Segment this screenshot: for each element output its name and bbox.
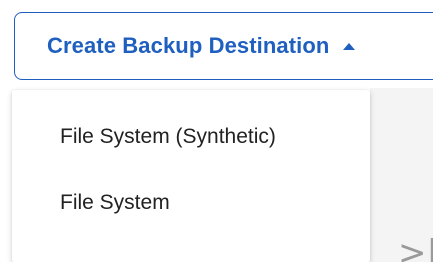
menu-item-file-system-synthetic[interactable]: File System (Synthetic) bbox=[12, 104, 370, 170]
menu-item-file-system[interactable]: File System bbox=[12, 170, 370, 236]
app-stage: >| Create Backup Destination File System… bbox=[0, 0, 433, 262]
dropdown-menu: File System (Synthetic) File System bbox=[12, 90, 370, 262]
create-backup-destination-button[interactable]: Create Backup Destination bbox=[14, 12, 433, 80]
dropdown-label: Create Backup Destination bbox=[47, 33, 330, 58]
caret-up-icon bbox=[343, 43, 356, 50]
last-page-icon[interactable]: >| bbox=[398, 236, 433, 262]
